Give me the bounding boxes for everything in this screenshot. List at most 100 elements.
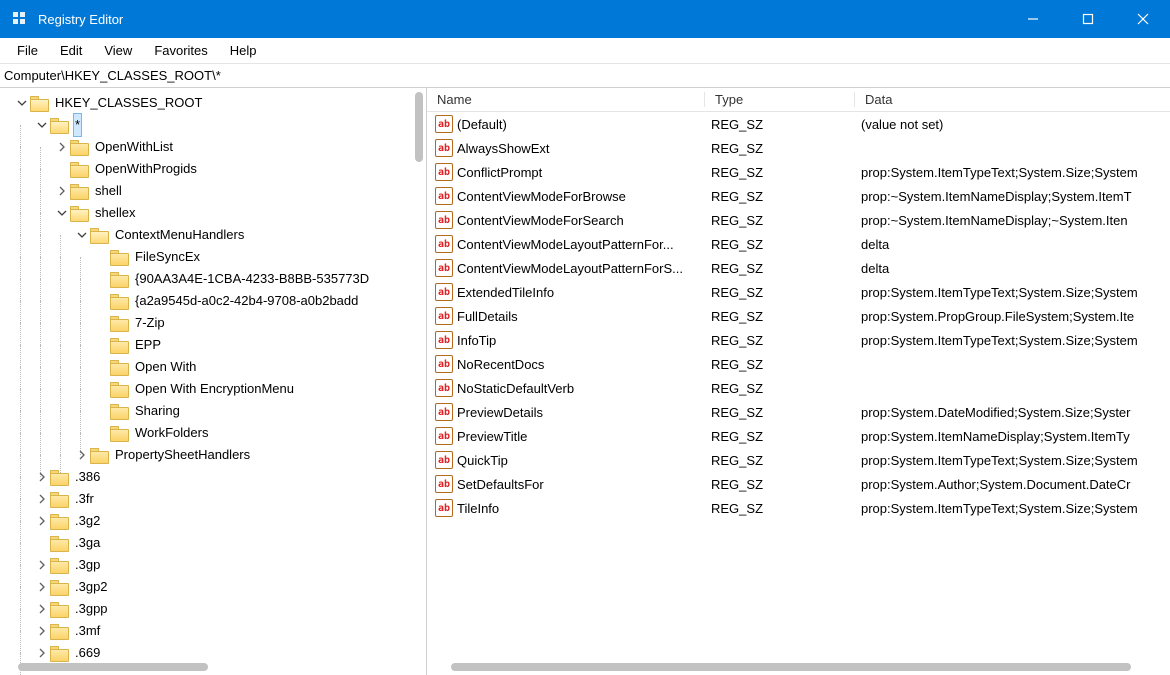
tree-label[interactable]: {90AA3A4E-1CBA-4233-B8BB-535773D — [133, 267, 371, 291]
chevron-right-icon[interactable] — [34, 623, 50, 639]
tree-item[interactable]: Open With EncryptionMenu — [6, 378, 426, 400]
value-row[interactable]: abSetDefaultsForREG_SZprop:System.Author… — [427, 472, 1170, 496]
tree-label[interactable]: PropertySheetHandlers — [113, 443, 252, 467]
tree-pane[interactable]: HKEY_CLASSES_ROOT* OpenWithListOpenWithPr… — [0, 88, 427, 675]
tree-item[interactable]: .3gp2 — [6, 576, 426, 598]
value-row[interactable]: abQuickTipREG_SZprop:System.ItemTypeText… — [427, 448, 1170, 472]
column-name[interactable]: Name — [427, 92, 705, 107]
chevron-down-icon[interactable] — [74, 227, 90, 243]
chevron-right-icon[interactable] — [34, 491, 50, 507]
tree-item[interactable]: .3ga — [6, 532, 426, 554]
tree-label[interactable]: .3gpp — [73, 597, 110, 621]
tree-label[interactable]: OpenWithList — [93, 135, 175, 159]
tree-item[interactable]: .669 — [6, 642, 426, 664]
titlebar[interactable]: Registry Editor — [0, 0, 1170, 38]
menu-edit[interactable]: Edit — [49, 40, 93, 61]
value-row[interactable]: abFullDetailsREG_SZprop:System.PropGroup… — [427, 304, 1170, 328]
value-row[interactable]: abContentViewModeForBrowseREG_SZprop:~Sy… — [427, 184, 1170, 208]
maximize-button[interactable] — [1060, 0, 1115, 38]
tree-label[interactable]: .3mf — [73, 619, 102, 643]
tree-item[interactable]: shellex — [6, 202, 426, 224]
tree-label[interactable]: shellex — [93, 201, 137, 225]
menu-help[interactable]: Help — [219, 40, 268, 61]
values-pane[interactable]: Name Type Data ab(Default)REG_SZ(value n… — [427, 88, 1170, 675]
tree-item[interactable]: EPP — [6, 334, 426, 356]
tree-item[interactable]: .386 — [6, 466, 426, 488]
value-row[interactable]: abContentViewModeForSearchREG_SZprop:~Sy… — [427, 208, 1170, 232]
chevron-right-icon[interactable] — [34, 645, 50, 661]
tree-item[interactable]: .3gpp — [6, 598, 426, 620]
chevron-down-icon[interactable] — [34, 117, 50, 133]
value-row[interactable]: abExtendedTileInfoREG_SZprop:System.Item… — [427, 280, 1170, 304]
tree-label[interactable]: .3ga — [73, 531, 102, 555]
value-row[interactable]: abContentViewModeLayoutPatternForS...REG… — [427, 256, 1170, 280]
tree-item[interactable]: PropertySheetHandlers — [6, 444, 426, 466]
tree-label[interactable]: * — [73, 113, 82, 137]
value-row[interactable]: abConflictPromptREG_SZprop:System.ItemTy… — [427, 160, 1170, 184]
tree-label[interactable]: HKEY_CLASSES_ROOT — [53, 91, 204, 115]
tree-item[interactable]: .3mf — [6, 620, 426, 642]
tree-label[interactable]: FileSyncEx — [133, 245, 202, 269]
tree-item[interactable]: OpenWithList — [6, 136, 426, 158]
tree-item[interactable]: shell — [6, 180, 426, 202]
tree-item[interactable]: .3g2 — [6, 510, 426, 532]
value-row[interactable]: abContentViewModeLayoutPatternFor...REG_… — [427, 232, 1170, 256]
value-row[interactable]: ab(Default)REG_SZ(value not set) — [427, 112, 1170, 136]
chevron-right-icon[interactable] — [34, 557, 50, 573]
tree-item[interactable]: WorkFolders — [6, 422, 426, 444]
tree-item[interactable]: .3fr — [6, 488, 426, 510]
registry-tree[interactable]: HKEY_CLASSES_ROOT* OpenWithListOpenWithPr… — [0, 92, 426, 664]
minimize-button[interactable] — [1005, 0, 1060, 38]
chevron-right-icon[interactable] — [74, 447, 90, 463]
chevron-right-icon[interactable] — [34, 579, 50, 595]
chevron-right-icon[interactable] — [34, 469, 50, 485]
value-row[interactable]: abNoRecentDocsREG_SZ — [427, 352, 1170, 376]
tree-item[interactable]: OpenWithProgids — [6, 158, 426, 180]
tree-label[interactable]: .3gp — [73, 553, 102, 577]
chevron-down-icon[interactable] — [14, 95, 30, 111]
tree-item[interactable]: 7-Zip — [6, 312, 426, 334]
menu-favorites[interactable]: Favorites — [143, 40, 218, 61]
tree-item[interactable]: * — [6, 114, 426, 136]
chevron-down-icon[interactable] — [54, 205, 70, 221]
chevron-right-icon[interactable] — [34, 513, 50, 529]
close-button[interactable] — [1115, 0, 1170, 38]
tree-label[interactable]: Open With EncryptionMenu — [133, 377, 296, 401]
tree-label[interactable]: .386 — [73, 465, 102, 489]
column-data[interactable]: Data — [855, 92, 1170, 107]
tree-label[interactable]: ContextMenuHandlers — [113, 223, 246, 247]
tree-scrollbar-vertical[interactable] — [415, 92, 423, 162]
tree-label[interactable]: .3fr — [73, 487, 96, 511]
value-row[interactable]: abInfoTipREG_SZprop:System.ItemTypeText;… — [427, 328, 1170, 352]
tree-label[interactable]: WorkFolders — [133, 421, 210, 445]
tree-item[interactable]: Sharing — [6, 400, 426, 422]
tree-label[interactable]: Open With — [133, 355, 198, 379]
tree-label[interactable]: .3g2 — [73, 509, 102, 533]
value-row[interactable]: abTileInfoREG_SZprop:System.ItemTypeText… — [427, 496, 1170, 520]
tree-label[interactable]: Sharing — [133, 399, 182, 423]
tree-item[interactable]: Open With — [6, 356, 426, 378]
value-row[interactable]: abPreviewDetailsREG_SZprop:System.DateMo… — [427, 400, 1170, 424]
values-scrollbar-horizontal[interactable] — [451, 663, 1131, 671]
tree-scrollbar-horizontal[interactable] — [18, 663, 208, 671]
tree-label[interactable]: {a2a9545d-a0c2-42b4-9708-a0b2badd — [133, 289, 360, 313]
chevron-right-icon[interactable] — [54, 183, 70, 199]
tree-label[interactable]: OpenWithProgids — [93, 157, 199, 181]
value-row[interactable]: abNoStaticDefaultVerbREG_SZ — [427, 376, 1170, 400]
tree-label[interactable]: EPP — [133, 333, 163, 357]
address-input[interactable] — [4, 66, 1170, 85]
values-header[interactable]: Name Type Data — [427, 88, 1170, 112]
values-list[interactable]: ab(Default)REG_SZ(value not set)abAlways… — [427, 112, 1170, 520]
tree-item[interactable]: .3gp — [6, 554, 426, 576]
chevron-right-icon[interactable] — [34, 601, 50, 617]
tree-label[interactable]: .669 — [73, 641, 102, 665]
tree-item[interactable]: FileSyncEx — [6, 246, 426, 268]
value-row[interactable]: abPreviewTitleREG_SZprop:System.ItemName… — [427, 424, 1170, 448]
column-type[interactable]: Type — [705, 92, 855, 107]
menu-view[interactable]: View — [93, 40, 143, 61]
tree-label[interactable]: shell — [93, 179, 124, 203]
value-row[interactable]: abAlwaysShowExtREG_SZ — [427, 136, 1170, 160]
tree-item[interactable]: HKEY_CLASSES_ROOT — [6, 92, 426, 114]
tree-label[interactable]: .3gp2 — [73, 575, 110, 599]
tree-item[interactable]: {90AA3A4E-1CBA-4233-B8BB-535773D — [6, 268, 426, 290]
